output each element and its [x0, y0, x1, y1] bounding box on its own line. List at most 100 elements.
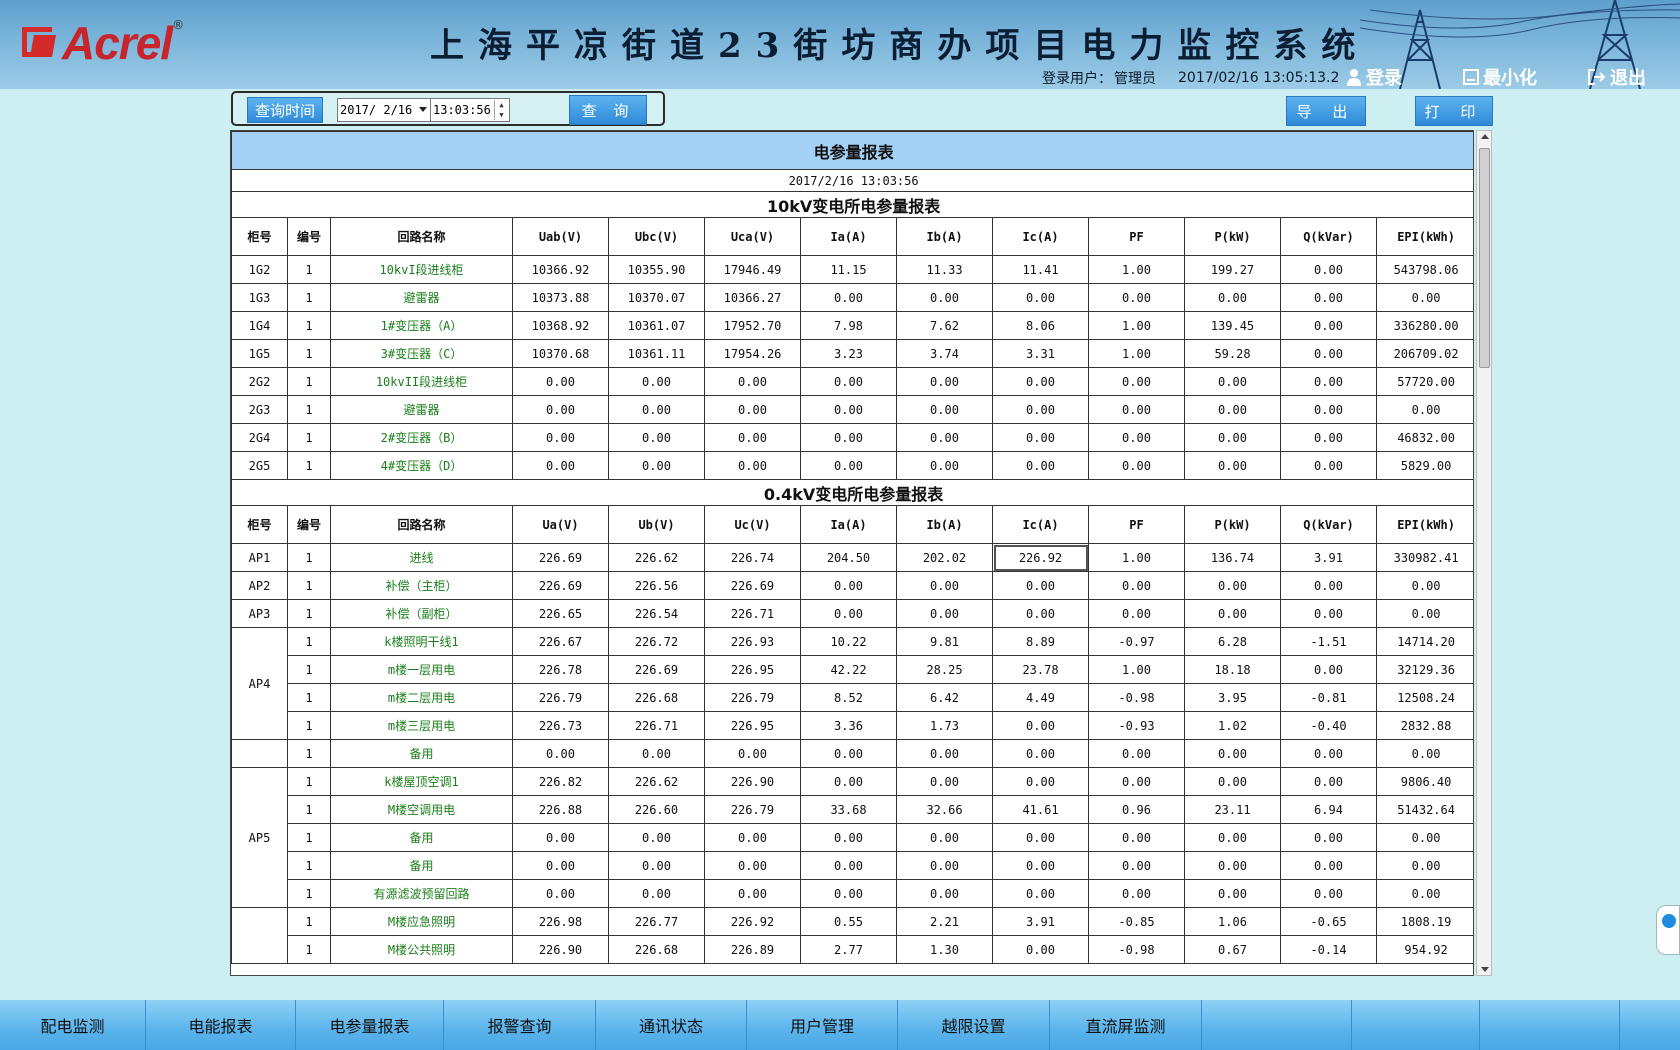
- value-cell: 6.28: [1184, 627, 1281, 656]
- nav-item-6[interactable]: 越限设置: [898, 1000, 1050, 1050]
- value-cell: 9.81: [896, 627, 993, 656]
- value-cell: 0.00: [896, 395, 993, 424]
- value-cell: 0.00: [1280, 879, 1377, 908]
- cabinet-cell: 1G5: [231, 339, 288, 368]
- value-cell: 199.27: [1184, 255, 1281, 284]
- user-icon: [1347, 69, 1361, 86]
- table-row[interactable]: 1G5 1 3#变压器（C） 10370.68 10361.11 17954.26 3.23…: [231, 339, 1473, 368]
- nav-item-2[interactable]: 电参量报表: [296, 1000, 444, 1050]
- value-cell: 0.00: [608, 851, 705, 880]
- side-float-widget[interactable]: [1656, 905, 1680, 955]
- value-cell: 0.67: [1184, 935, 1281, 964]
- nav-item-7[interactable]: 直流屏监测: [1050, 1000, 1202, 1050]
- table-row[interactable]: 1G4 1 1#变压器（A） 10368.92 10361.07 17952.70 7.98…: [231, 311, 1473, 340]
- report-timestamp: 2017/2/16 13:03:56: [231, 169, 1473, 192]
- value-cell: 0.00: [1088, 423, 1185, 452]
- number-cell: 1: [287, 339, 331, 368]
- table-row[interactable]: 1 备用 0.00 0.00 0.00 0.00 0.00 0.00 0.00 0.00 0.00 0…: [232, 823, 1473, 852]
- value-cell: 1.73: [896, 711, 993, 740]
- table-row[interactable]: 2G3 1 避雷器 0.00 0.00 0.00 0.00 0.00 0.00 0.00 0.00 0…: [231, 395, 1473, 424]
- value-cell: 0.00: [1184, 879, 1281, 908]
- nav-item-3[interactable]: 报警查询: [444, 1000, 596, 1050]
- number-cell: 1: [287, 367, 331, 396]
- value-cell: 0.00: [992, 599, 1089, 628]
- minimize-button[interactable]: 最小化: [1463, 64, 1537, 89]
- value-cell: 226.92: [704, 907, 801, 936]
- table-row[interactable]: 1 m楼二层用电 226.79 226.68 226.79 8.52 6.42 4.49 -0.…: [232, 683, 1473, 712]
- time-field[interactable]: 13:03:56 ▲ ▼: [430, 98, 510, 122]
- value-cell: 1.00: [1088, 255, 1185, 284]
- value-cell: 41.61: [992, 795, 1089, 824]
- value-cell: 59.28: [1184, 339, 1281, 368]
- table-row[interactable]: 2G5 1 4#变压器（D） 0.00 0.00 0.00 0.00 0.00 0.00 0.00…: [231, 451, 1473, 480]
- app-header: Acrel ® 上海平凉街道23街坊商办项目电力监控系统 登录用户： 管理员 2…: [0, 0, 1680, 89]
- nav-item-empty[interactable]: [1202, 1000, 1352, 1050]
- value-cell: 0.00: [1280, 395, 1377, 424]
- query-panel: 查询时间 2017/ 2/16 13:03:56 ▲ ▼ 查 询: [231, 91, 665, 126]
- acrel-logo: Acrel ®: [22, 18, 184, 66]
- nav-item-empty[interactable]: [1352, 1000, 1480, 1050]
- value-cell: 0.00: [1280, 339, 1377, 368]
- value-cell: 0.00: [512, 395, 609, 424]
- spin-up-icon[interactable]: ▲: [495, 100, 508, 110]
- cabinet-cell: 1G3: [231, 283, 288, 312]
- table-row[interactable]: 1 M楼空调用电 226.88 226.60 226.79 33.68 32.66 41.61…: [232, 795, 1473, 824]
- circuit-name-cell: 备用: [330, 823, 513, 852]
- exit-button[interactable]: 退出: [1588, 64, 1646, 89]
- scroll-thumb[interactable]: [1479, 148, 1490, 368]
- nav-item-empty[interactable]: [1480, 1000, 1620, 1050]
- app-title: 上海平凉街道23街坊商办项目电力监控系统: [430, 26, 1370, 66]
- table-row[interactable]: 1 M楼公共照明 226.90 226.68 226.89 2.77 1.30 0.00 -0.…: [232, 935, 1473, 964]
- table-row[interactable]: 1 备用 0.00 0.00 0.00 0.00 0.00 0.00 0.00 0.00 0.00 0…: [232, 851, 1473, 880]
- nav-item-0[interactable]: 配电监测: [0, 1000, 146, 1050]
- value-cell: 0.00: [992, 395, 1089, 424]
- column-header: Ua(V): [512, 505, 609, 544]
- value-cell: 226.98: [512, 907, 609, 936]
- date-picker[interactable]: 2017/ 2/16: [337, 98, 431, 122]
- section-title-row: 10kV变电所电参量报表: [231, 191, 1473, 218]
- value-cell: 204.50: [800, 543, 897, 572]
- report-table-container[interactable]: 电参量报表 2017/2/16 13:03:56 10kV变电所电参量报表 柜号 编号回…: [230, 130, 1474, 976]
- table-row[interactable]: 1 m楼一层用电 226.78 226.69 226.95 42.22 28.25 23.78…: [232, 655, 1473, 684]
- login-button[interactable]: 登录: [1346, 64, 1402, 89]
- query-button[interactable]: 查 询: [569, 95, 647, 125]
- value-cell: 3.95: [1184, 683, 1281, 712]
- value-cell: 14714.20: [1375, 627, 1473, 656]
- table-row[interactable]: 1 m楼三层用电 226.73 226.71 226.95 3.36 1.73 0.00 -0.…: [232, 711, 1473, 740]
- report-scrollbar[interactable]: [1476, 130, 1492, 976]
- value-cell: 0.00: [1280, 599, 1377, 628]
- user-status-bar: 登录用户： 管理员 2017/02/16 13:05:13.2: [1042, 68, 1353, 88]
- value-cell: 0.00: [512, 851, 609, 880]
- table-row[interactable]: 2G4 1 2#变压器（B） 0.00 0.00 0.00 0.00 0.00 0.00 0.00…: [231, 423, 1473, 452]
- value-cell: 0.00: [800, 739, 897, 768]
- table-row[interactable]: AP4 1 k楼照明干线1 226.67 226.72 226.93 10.22 9.81 8.…: [231, 627, 1473, 740]
- table-row[interactable]: 1 备用 0.00 0.00 0.00 0.00 0.00 0.00 0.00 0.00 0.00 0…: [231, 739, 1473, 768]
- spin-down-icon[interactable]: ▼: [495, 110, 508, 120]
- circuit-name-cell: M楼公共照明: [330, 935, 513, 964]
- print-button[interactable]: 打 印: [1415, 96, 1493, 126]
- value-cell: 10370.07: [608, 283, 705, 312]
- table-row[interactable]: 1G3 1 避雷器 10373.88 10370.07 10366.27 0.00 0.00 0…: [231, 283, 1473, 312]
- value-cell: 0.00: [1280, 823, 1377, 852]
- value-cell: 0.00: [896, 851, 993, 880]
- table-row[interactable]: 1 M楼应急照明 226.98 226.77 226.92 0.55 2.21 3.91 -0.…: [231, 907, 1473, 964]
- value-cell: 4.49: [992, 683, 1089, 712]
- export-button[interactable]: 导 出: [1286, 96, 1366, 126]
- table-row[interactable]: AP2 1 补偿（主柜） 226.69 226.56 226.69 0.00 0.00 0.00…: [231, 571, 1473, 600]
- value-cell: 1.06: [1184, 907, 1281, 936]
- scroll-up-icon[interactable]: [1481, 134, 1489, 139]
- scroll-down-icon[interactable]: [1481, 967, 1489, 972]
- table-row[interactable]: AP1 1 进线 226.69 226.62 226.74 204.50 202.02 226.…: [231, 543, 1473, 572]
- number-cell: 1: [287, 599, 331, 628]
- nav-item-5[interactable]: 用户管理: [747, 1000, 898, 1050]
- nav-item-1[interactable]: 电能报表: [146, 1000, 296, 1050]
- table-row[interactable]: AP5 1 k楼屋顶空调1 226.82 226.62 226.90 0.00 0.00 0.0…: [231, 767, 1473, 908]
- table-row[interactable]: AP3 1 补偿（副柜） 226.65 226.54 226.71 0.00 0.00 0.00…: [231, 599, 1473, 628]
- dropdown-arrow-icon[interactable]: [419, 107, 427, 112]
- table-row[interactable]: 1 有源滤波预留回路 0.00 0.00 0.00 0.00 0.00 0.00 0.00 0.0…: [232, 879, 1473, 908]
- table-row[interactable]: 2G2 1 10kvII段进线柜 0.00 0.00 0.00 0.00 0.00 0.00 0.…: [231, 367, 1473, 396]
- value-cell: 3.31: [992, 339, 1089, 368]
- nav-item-4[interactable]: 通讯状态: [596, 1000, 747, 1050]
- value-cell: 0.00: [1280, 655, 1377, 684]
- table-row[interactable]: 1G2 1 10kvI段进线柜 10366.92 10355.90 17946.49 11.…: [231, 255, 1473, 284]
